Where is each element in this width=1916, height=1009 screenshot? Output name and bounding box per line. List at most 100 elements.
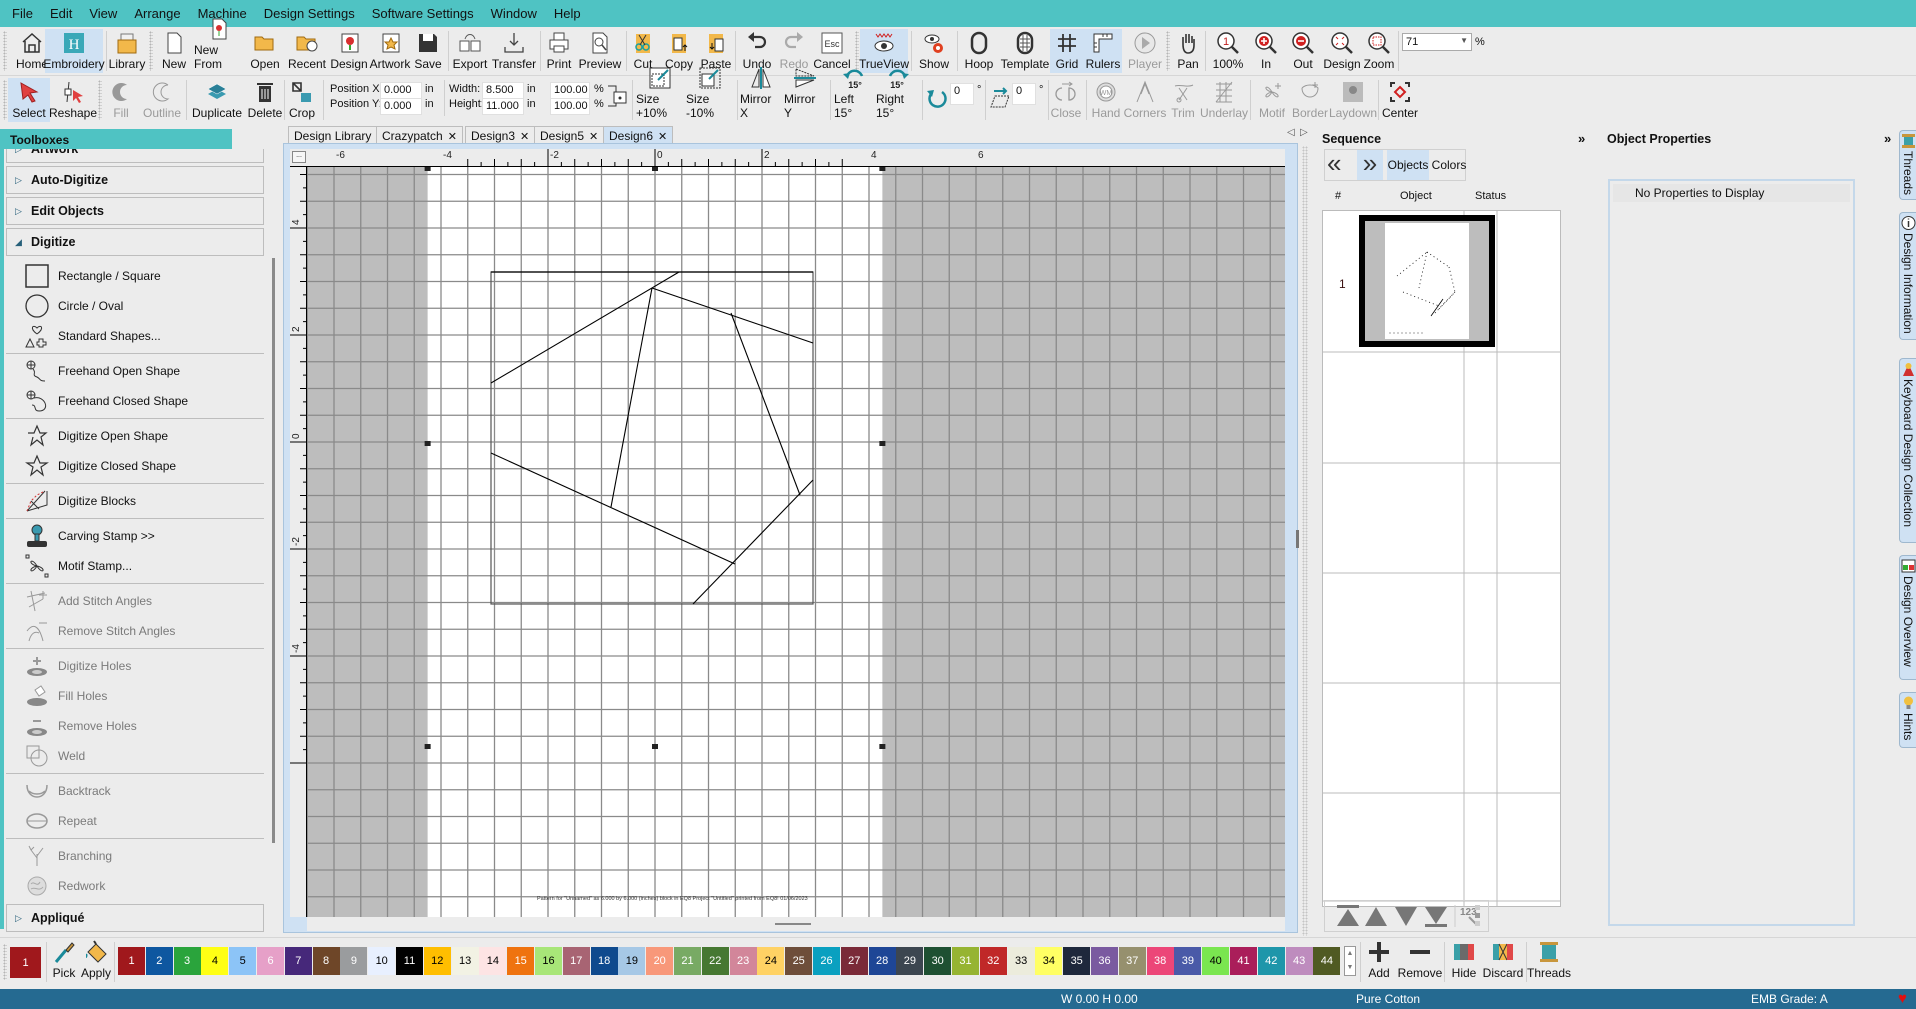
tool-motif-stamp[interactable]: Motif Stamp... (24, 553, 264, 579)
ruler-corner-button[interactable]: ... (292, 151, 306, 163)
trim-button[interactable]: Trim (1168, 78, 1198, 122)
side-tab-design-overview[interactable]: Design Overview (1899, 555, 1916, 680)
tool-carving-stamp[interactable]: Carving Stamp >> (24, 523, 264, 549)
tool-rectangle-square[interactable]: Rectangle / Square (24, 263, 264, 289)
hand-button[interactable]: WM Hand (1090, 78, 1122, 122)
vertical-ruler[interactable]: 4 2 0 -2 -4 (290, 167, 307, 917)
height-input[interactable]: 11.000 (482, 98, 524, 115)
discard-thread-button[interactable]: Discard (1483, 938, 1523, 982)
side-tab-hints[interactable]: Hints (1899, 692, 1916, 748)
fill-button[interactable]: Fill (106, 78, 136, 122)
thread-swatch-14[interactable]: 14 (479, 947, 507, 975)
print-button[interactable]: Print (544, 29, 574, 73)
library-button[interactable]: Library (108, 29, 146, 73)
tab-colors[interactable]: Colors (1431, 150, 1467, 180)
tab-objects[interactable]: Objects (1387, 150, 1429, 180)
thread-swatch-34[interactable]: 34 (1035, 947, 1063, 975)
hide-thread-button[interactable]: Hide (1448, 938, 1480, 982)
threads-button[interactable]: Threads (1527, 938, 1571, 982)
duplicate-button[interactable]: Duplicate (188, 78, 246, 122)
scale-height-input[interactable]: 100.00 (550, 98, 590, 115)
outline-button[interactable]: Outline (142, 78, 182, 122)
thread-swatch-18[interactable]: 18 (590, 947, 618, 975)
tool-digitize-holes[interactable]: Digitize Holes (24, 653, 264, 679)
close-tab-icon[interactable]: ✕ (448, 131, 457, 143)
thread-swatch-25[interactable]: 25 (785, 947, 813, 975)
thread-swatch-13[interactable]: 13 (451, 947, 479, 975)
underlay-button[interactable]: Underlay (1200, 78, 1248, 122)
mirror-x-button[interactable]: Mirror X (740, 67, 782, 122)
hoop-button[interactable]: Hoop (962, 29, 996, 73)
scroll-down-icon[interactable]: ▼ (1345, 961, 1355, 975)
tool-add-stitch-angles[interactable]: Add Stitch Angles (24, 588, 264, 614)
position-x-input[interactable]: 0.000 (380, 82, 422, 99)
thread-swatch-8[interactable]: 8 (312, 947, 340, 975)
tool-redwork[interactable]: Redwork (24, 873, 264, 899)
template-button[interactable]: Template (1000, 29, 1050, 73)
zoom-box-button[interactable]: Zoom (1362, 29, 1396, 73)
artwork-button[interactable]: Artwork (369, 29, 411, 73)
thread-swatch-3[interactable]: 3 (173, 947, 201, 975)
menu-design-settings[interactable]: Design Settings (264, 6, 355, 21)
collapse-panel-icon[interactable]: » (1578, 131, 1585, 146)
horizontal-ruler[interactable]: -6 -4 -2 0 2 4 6 (290, 149, 1285, 167)
recent-button[interactable]: Recent (286, 29, 328, 73)
thread-swatch-22[interactable]: 22 (701, 947, 729, 975)
center-button[interactable]: Center (1382, 78, 1418, 122)
save-button[interactable]: Save (413, 29, 443, 73)
thread-swatch-31[interactable]: 31 (952, 947, 979, 975)
border-button[interactable]: Border (1290, 78, 1330, 122)
player-button[interactable]: Player (1126, 29, 1164, 73)
thread-swatch-5[interactable]: 5 (229, 947, 257, 975)
thread-swatch-2[interactable]: 2 (145, 947, 173, 975)
thread-swatch-7[interactable]: 7 (284, 947, 312, 975)
tool-circle-oval[interactable]: Circle / Oval (24, 293, 264, 319)
thread-swatch-11[interactable]: 11 (396, 947, 423, 975)
mirror-y-button[interactable]: Mirror Y (784, 68, 826, 122)
new-from-button[interactable]: New From (194, 18, 244, 73)
tool-remove-stitch-angles[interactable]: Remove Stitch Angles (24, 618, 264, 644)
thread-swatch-30[interactable]: 30 (924, 947, 952, 975)
close-shape-button[interactable]: Close (1042, 78, 1090, 122)
thread-swatch-10[interactable]: 10 (368, 947, 396, 975)
thread-swatch-33[interactable]: 33 (1007, 947, 1035, 975)
grid-button[interactable]: Grid (1050, 29, 1084, 73)
thread-swatch-27[interactable]: 27 (840, 947, 868, 975)
thread-swatch-21[interactable]: 21 (674, 947, 701, 975)
collapse-panel-icon[interactable]: » (1884, 131, 1891, 146)
thread-swatch-23[interactable]: 23 (729, 947, 757, 975)
width-input[interactable]: 8.500 (482, 82, 524, 99)
thread-swatch-43[interactable]: 43 (1285, 947, 1313, 975)
tool-standard-shapes[interactable]: Standard Shapes... (24, 323, 264, 349)
section-auto-digitize[interactable]: ▷ Auto-Digitize (6, 166, 264, 194)
rotate-right-15-button[interactable]: 15° Right 15° (876, 69, 920, 122)
zoom-out-button[interactable]: Out (1287, 29, 1319, 73)
crop-button[interactable]: Crop (288, 78, 316, 122)
delete-button[interactable]: Delete (248, 78, 282, 122)
export-button[interactable]: Export (452, 29, 488, 73)
rotate-angle-input[interactable]: 0 (950, 83, 974, 105)
tool-digitize-blocks[interactable]: Digitize Blocks (24, 488, 264, 514)
tab-crazypatch[interactable]: Crazypatch ✕ (376, 126, 463, 144)
thread-swatch-42[interactable]: 42 (1257, 947, 1285, 975)
lock-aspect-toggle[interactable] (608, 80, 628, 112)
close-tab-icon[interactable]: ✕ (520, 131, 529, 143)
tool-freehand-closed[interactable]: Freehand Closed Shape (24, 388, 264, 414)
skew-angle-input[interactable]: 0 (1012, 83, 1036, 105)
menu-file[interactable]: File (12, 6, 33, 21)
close-tab-icon[interactable]: ✕ (658, 131, 667, 143)
side-tab-keyboard-design-collection[interactable]: Keyboard Design Collection (1899, 358, 1916, 543)
thread-swatch-38[interactable]: 38 (1146, 947, 1174, 975)
column-object[interactable]: Object (1400, 190, 1432, 202)
menu-help[interactable]: Help (554, 6, 581, 21)
select-order-icon[interactable] (1475, 905, 1480, 926)
preview-button[interactable]: Preview (578, 29, 622, 73)
panel-splitter[interactable] (1302, 146, 1308, 936)
side-tab-design-information[interactable]: Design Information (1899, 212, 1916, 340)
current-color-swatch[interactable]: 1 (10, 947, 41, 978)
thread-swatch-1[interactable]: 1 (118, 947, 145, 975)
thread-swatch-12[interactable]: 12 (423, 947, 451, 975)
column-number[interactable]: # (1335, 190, 1341, 202)
tool-remove-holes[interactable]: Remove Holes (24, 713, 264, 739)
thread-swatch-26[interactable]: 26 (813, 947, 840, 975)
